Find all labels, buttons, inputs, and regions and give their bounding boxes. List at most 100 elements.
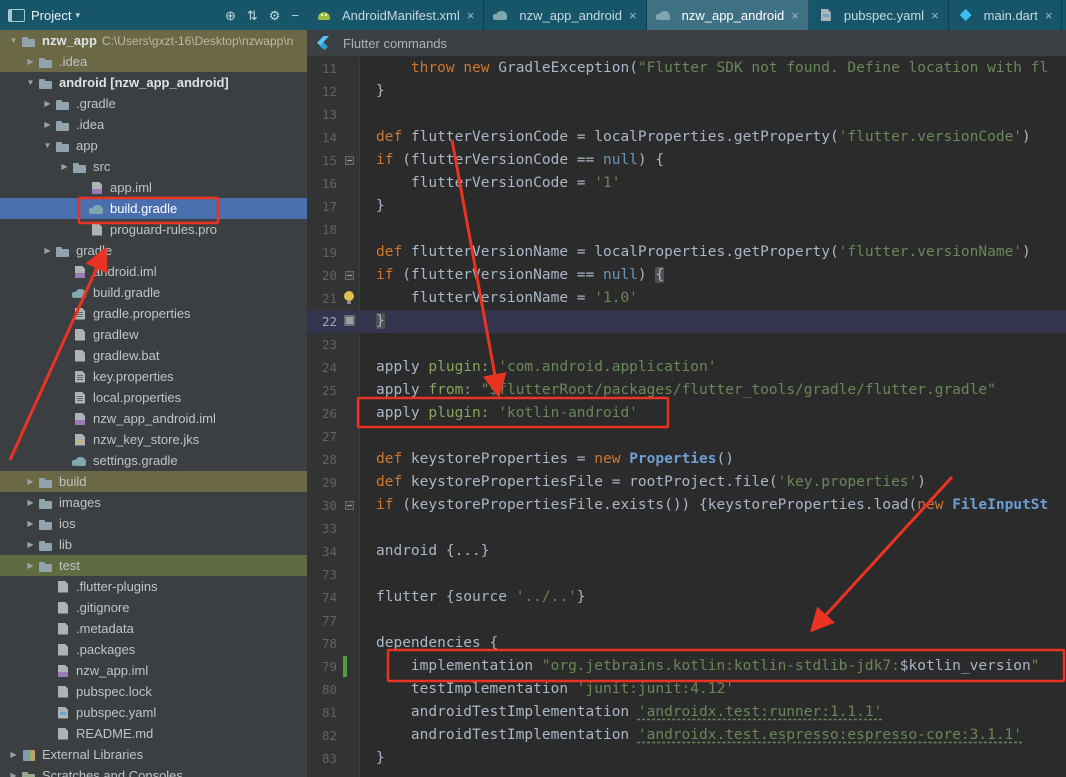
settings-gear-icon[interactable]: ⚙ <box>269 9 281 22</box>
close-icon[interactable]: × <box>931 8 939 23</box>
intention-bulb-icon[interactable] <box>344 291 354 301</box>
tree-row[interactable]: .flutter-plugins <box>0 576 307 597</box>
expand-arrow-icon[interactable]: ▶ <box>40 120 55 129</box>
gutter-area[interactable] <box>341 149 359 172</box>
gutter-area[interactable] <box>341 80 359 103</box>
gutter-area[interactable] <box>341 333 359 356</box>
tree-row[interactable]: .metadata <box>0 618 307 639</box>
expand-arrow-icon[interactable]: ▶ <box>40 99 55 108</box>
gutter-area[interactable] <box>341 701 359 724</box>
gutter-area[interactable] <box>341 126 359 149</box>
tree-row[interactable]: ▶ gradle <box>0 240 307 261</box>
expand-arrow-icon[interactable]: ▶ <box>6 771 21 777</box>
scroll-from-source-icon[interactable]: ⇅ <box>247 9 258 22</box>
code-line[interactable]: 13 <box>307 103 1066 126</box>
gutter-area[interactable] <box>341 724 359 747</box>
fold-toggle-icon[interactable] <box>345 501 354 510</box>
tree-row[interactable]: .gitignore <box>0 597 307 618</box>
tree-row[interactable]: nzw_app.iml <box>0 660 307 681</box>
code-line[interactable]: 17 } <box>307 195 1066 218</box>
tree-row[interactable]: gradlew <box>0 324 307 345</box>
code-line[interactable]: 18 <box>307 218 1066 241</box>
code-line[interactable]: 12 } <box>307 80 1066 103</box>
code-line[interactable]: 73 <box>307 563 1066 586</box>
hide-panel-icon[interactable]: − <box>291 9 299 22</box>
tree-row[interactable]: .packages <box>0 639 307 660</box>
editor-tab[interactable]: main.dart × <box>949 0 1063 30</box>
code-area[interactable]: 11 throw new GradleException("Flutter SD… <box>307 57 1066 777</box>
gutter-area[interactable] <box>341 103 359 126</box>
tree-row[interactable]: ▶ build <box>0 471 307 492</box>
expand-arrow-icon[interactable]: ▶ <box>23 498 38 507</box>
code-line[interactable]: 77 <box>307 609 1066 632</box>
code-line[interactable]: 15 if (flutterVersionCode == null) { <box>307 149 1066 172</box>
gutter-area[interactable] <box>341 241 359 264</box>
editor-tab[interactable]: nzw_app_android × <box>647 0 809 30</box>
tree-row[interactable]: settings.gradle <box>0 450 307 471</box>
tree-row[interactable]: ▼ android [nzw_app_android] <box>0 72 307 93</box>
tree-row[interactable]: gradle.properties <box>0 303 307 324</box>
locate-icon[interactable]: ⊕ <box>225 9 236 22</box>
code-line[interactable]: 80 testImplementation 'junit:junit:4.12' <box>307 678 1066 701</box>
gutter-area[interactable] <box>341 609 359 632</box>
tree-row[interactable]: ▶ lib <box>0 534 307 555</box>
code-line[interactable]: 82 androidTestImplementation 'androidx.t… <box>307 724 1066 747</box>
tree-row[interactable]: nzw_key_store.jks <box>0 429 307 450</box>
project-panel-title[interactable]: Project <box>31 8 71 23</box>
tree-row[interactable]: nzw_app_android.iml <box>0 408 307 429</box>
code-line[interactable]: 29 def keystorePropertiesFile = rootProj… <box>307 471 1066 494</box>
gutter-area[interactable] <box>341 655 359 678</box>
code-line[interactable]: 34 android {...} <box>307 540 1066 563</box>
fold-toggle-icon[interactable] <box>345 271 354 280</box>
expand-arrow-icon[interactable]: ▶ <box>57 162 72 171</box>
code-line[interactable]: 22 } <box>307 310 1066 333</box>
tree-row[interactable]: README.md <box>0 723 307 744</box>
fold-toggle-icon[interactable] <box>345 156 354 165</box>
gutter-area[interactable] <box>341 379 359 402</box>
tree-row[interactable]: ▶ images <box>0 492 307 513</box>
close-icon[interactable]: × <box>791 8 799 23</box>
expand-arrow-icon[interactable]: ▶ <box>23 519 38 528</box>
code-line[interactable]: 11 throw new GradleException("Flutter SD… <box>307 57 1066 80</box>
code-line[interactable]: 78 dependencies { <box>307 632 1066 655</box>
code-line[interactable]: 20 if (flutterVersionName == null) { <box>307 264 1066 287</box>
gutter-area[interactable] <box>341 264 359 287</box>
code-line[interactable]: 16 flutterVersionCode = '1' <box>307 172 1066 195</box>
expand-arrow-icon[interactable]: ▼ <box>6 36 21 45</box>
gutter-area[interactable] <box>341 57 359 80</box>
gutter-area[interactable] <box>341 563 359 586</box>
gutter-area[interactable] <box>341 632 359 655</box>
tree-row[interactable]: app.iml <box>0 177 307 198</box>
close-icon[interactable]: × <box>629 8 637 23</box>
tree-row[interactable]: ▼ app <box>0 135 307 156</box>
gutter-area[interactable] <box>341 586 359 609</box>
gutter-area[interactable] <box>341 356 359 379</box>
tree-row[interactable]: ▶ test <box>0 555 307 576</box>
code-line[interactable]: 19 def flutterVersionName = localPropert… <box>307 241 1066 264</box>
code-line[interactable]: 14 def flutterVersionCode = localPropert… <box>307 126 1066 149</box>
gutter-area[interactable] <box>341 747 359 770</box>
tree-row[interactable]: build.gradle <box>0 282 307 303</box>
expand-arrow-icon[interactable]: ▼ <box>40 141 55 150</box>
code-line[interactable]: 21 flutterVersionName = '1.0' <box>307 287 1066 310</box>
gutter-area[interactable] <box>341 494 359 517</box>
gutter-area[interactable] <box>341 678 359 701</box>
gutter-area[interactable] <box>341 425 359 448</box>
gutter-area[interactable] <box>341 172 359 195</box>
code-line[interactable]: 79 implementation "org.jetbrains.kotlin:… <box>307 655 1066 678</box>
tree-row[interactable]: local.properties <box>0 387 307 408</box>
expand-arrow-icon[interactable]: ▶ <box>40 246 55 255</box>
gutter-area[interactable] <box>341 287 359 310</box>
tree-row[interactable]: pubspec.yaml <box>0 702 307 723</box>
code-line[interactable]: 33 <box>307 517 1066 540</box>
code-line[interactable]: 74 flutter {source '../..'} <box>307 586 1066 609</box>
gutter-area[interactable] <box>341 195 359 218</box>
gutter-area[interactable] <box>341 517 359 540</box>
gutter-area[interactable] <box>341 540 359 563</box>
code-line[interactable]: 30 if (keystorePropertiesFile.exists()) … <box>307 494 1066 517</box>
tree-row[interactable]: ▶ .idea <box>0 114 307 135</box>
close-icon[interactable]: × <box>1045 8 1053 23</box>
editor-tab[interactable]: nzw_app_android × <box>484 0 646 30</box>
gutter-area[interactable] <box>341 310 359 333</box>
code-line[interactable]: 24 apply plugin: 'com.android.applicatio… <box>307 356 1066 379</box>
